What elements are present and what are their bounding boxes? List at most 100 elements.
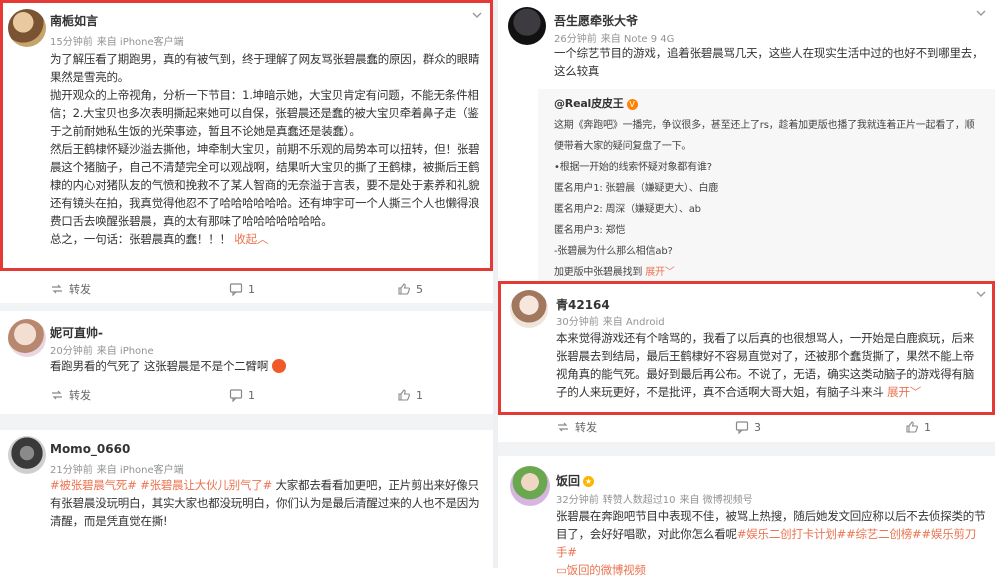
- video-link[interactable]: ▭饭回的微博视频: [556, 563, 646, 577]
- video-link-label[interactable]: 饭回的微博视频: [567, 563, 646, 577]
- comment-button[interactable]: 3: [735, 415, 761, 439]
- user-avatar[interactable]: [508, 7, 546, 45]
- repost-button[interactable]: 转发: [556, 415, 597, 439]
- post-source: 来自 iPhone: [96, 346, 154, 357]
- post-meta: 30分钟前 来自 Android: [556, 313, 665, 328]
- post-meta: 21分钟前 来自 iPhone客户端: [50, 461, 184, 476]
- post-body: 一个综艺节目的游戏，追着张碧晨骂几天，这些人在现实生活中过的也好不到哪里去，这么…: [554, 44, 984, 80]
- action-bar: 转发 3 1: [498, 415, 995, 439]
- post-body: 本来觉得游戏还有个啥骂的，我看了以后真的也很想骂人，一开始是白鹿疯玩，后来张碧晨…: [556, 329, 984, 401]
- repost-button[interactable]: 转发: [50, 277, 91, 301]
- comment-card: 南栀如言 15分钟前 来自 iPhone客户端 为了解压看了期跑男，真的有被气到，…: [0, 0, 493, 271]
- post-text: #被张碧晨气死# #张碧晨让大伙儿别气了# 大家都去看看加更吧，正片剪出来好像只…: [50, 476, 482, 530]
- collapse-link[interactable]: 收起︿: [234, 232, 268, 246]
- repost-icon: [558, 422, 568, 432]
- post-time[interactable]: 20分钟前: [50, 346, 93, 357]
- repost-icon: [52, 284, 62, 294]
- post-text: 张碧晨在奔跑吧节目中表现不佳，被骂上热搜，随后她发文回应称以后不去侦探类的节目了…: [556, 507, 986, 561]
- post-source: 来自 iPhone客户端: [96, 37, 184, 48]
- post-meta: 15分钟前 来自 iPhone客户端: [50, 33, 184, 48]
- verified-badge-icon: V: [626, 98, 638, 110]
- post-time[interactable]: 21分钟前: [50, 465, 93, 476]
- username[interactable]: 妮可直帅-: [50, 324, 103, 341]
- post-text: 本来觉得游戏还有个啥骂的，我看了以后真的也很想骂人，一开始是白鹿疯玩，后来张碧晨…: [556, 329, 984, 401]
- expand-label[interactable]: 展开: [887, 385, 910, 399]
- comment-button[interactable]: 1: [229, 277, 255, 301]
- repost-label: 转发: [575, 421, 597, 434]
- action-bar: 转发 1 5: [0, 277, 493, 301]
- quoted-post[interactable]: @Real皮皮王 V 这期《奔跑吧》一播完，争议很多，甚至还上了rs，趁着加更版也…: [538, 89, 995, 282]
- quoted-line: 这期《奔跑吧》一播完，争议很多，甚至还上了rs，趁着加更版也播了我就连着正片一起…: [554, 120, 975, 131]
- quoted-line: 匿名用户1: 张碧晨（嫌疑更大）、白鹿: [554, 183, 719, 194]
- chevron-down-icon[interactable]: [974, 6, 988, 20]
- video-link-row: ▭饭回的微博视频: [556, 561, 986, 579]
- comment-count: 1: [248, 388, 255, 402]
- username[interactable]: 饭回: [556, 474, 580, 488]
- post-source: 来自 iPhone客户端: [96, 465, 184, 476]
- like-button[interactable]: 1: [397, 383, 423, 407]
- post-body: 看跑男看的气死了 这张碧晨是不是个二臂啊: [50, 357, 482, 375]
- user-avatar[interactable]: [8, 319, 46, 357]
- expand-label[interactable]: 展开: [645, 267, 665, 278]
- post-time[interactable]: 32分钟前: [556, 495, 599, 506]
- post-paragraph: 然后王鹤棣怀疑沙溢去撕他，坤牵制大宝贝，前期不乐观的局势本可以扭转，但！张碧晨这…: [50, 142, 480, 228]
- post-meta: 26分钟前 来自 Note 9 4G: [554, 30, 674, 45]
- comment-icon: [735, 421, 749, 434]
- comment-card: 青42164 30分钟前 来自 Android 本来觉得游戏还有个啥骂的，我看了以…: [498, 281, 995, 415]
- post-paragraph-text: 总之，一句话：张碧晨真的蠢！！！: [50, 232, 231, 246]
- quoted-author: @Real皮皮王 V: [554, 93, 995, 115]
- expand-link[interactable]: 展开﹀: [887, 385, 921, 399]
- right-feed-column: 吾生愿牵张大爷 26分钟前 来自 Note 9 4G 一个综艺节目的游戏，追着张碧…: [498, 0, 995, 577]
- username[interactable]: 吾生愿牵张大爷: [554, 12, 638, 29]
- divider: [498, 442, 995, 456]
- hashtag-link[interactable]: #娱乐二创打卡计划#: [737, 527, 846, 541]
- quoted-line: 匿名用户2: 周深（嫌疑更大）、ab: [554, 204, 701, 215]
- video-icon: ▭: [556, 563, 567, 577]
- post-source: 来自 Android: [602, 317, 665, 328]
- comment-icon: [229, 283, 243, 296]
- post-meta: 20分钟前 来自 iPhone: [50, 342, 154, 357]
- like-button[interactable]: 5: [397, 277, 423, 301]
- post-time[interactable]: 30分钟前: [556, 317, 599, 328]
- action-bar: 转发 1 1: [0, 383, 493, 407]
- user-avatar[interactable]: [510, 466, 550, 506]
- username[interactable]: Momo_0660: [50, 442, 130, 456]
- divider: [0, 414, 493, 430]
- collapse-label[interactable]: 收起: [234, 232, 257, 246]
- comment-icon: [229, 389, 243, 402]
- comment-button[interactable]: 1: [229, 383, 255, 407]
- repost-label: 转发: [69, 283, 91, 296]
- expand-link[interactable]: 展开﹀: [645, 267, 675, 278]
- angry-emoji-icon: [271, 359, 286, 373]
- hashtag-link[interactable]: #张碧晨让大伙儿别气了#: [140, 478, 272, 492]
- username[interactable]: 南栀如言: [50, 12, 98, 29]
- like-count: 5: [416, 282, 423, 296]
- hashtag-link[interactable]: #被张碧晨气死#: [50, 478, 137, 492]
- chevron-down-icon[interactable]: ﹀: [665, 267, 675, 278]
- user-avatar[interactable]: [8, 436, 46, 474]
- left-feed-column: 南栀如言 15分钟前 来自 iPhone客户端 为了解压看了期跑男，真的有被气到，…: [0, 0, 493, 568]
- comment-count: 3: [754, 420, 761, 434]
- post-time[interactable]: 15分钟前: [50, 37, 93, 48]
- thumbs-up-icon: [398, 389, 410, 401]
- post-body: 为了解压看了期跑男，真的有被气到，终于理解了网友骂张碧晨蠢的原因，群众的眼睛果然…: [50, 50, 482, 248]
- quoted-username[interactable]: @Real皮皮王: [554, 97, 624, 110]
- post-paragraph: 为了解压看了期跑男，真的有被气到，终于理解了网友骂张碧晨蠢的原因，群众的眼睛果然…: [50, 52, 480, 84]
- chevron-down-icon[interactable]: [974, 287, 988, 301]
- thumbs-up-icon: [906, 421, 918, 433]
- chevron-up-icon[interactable]: ︿: [257, 232, 269, 246]
- post-paragraph: 总之，一句话：张碧晨真的蠢！！！ 收起︿: [50, 230, 482, 248]
- quoted-line-last: 加更版中张碧晨找到 展开﹀: [554, 262, 995, 283]
- quoted-line-text: 加更版中张碧晨找到: [554, 267, 643, 278]
- user-avatar[interactable]: [8, 9, 46, 47]
- username[interactable]: 青42164: [556, 296, 610, 313]
- post-text: 看跑男看的气死了 这张碧晨是不是个二臂啊: [50, 357, 482, 375]
- chevron-down-icon[interactable]: [470, 8, 484, 22]
- quoted-line: -张碧晨为什么那么相信ab?: [554, 246, 673, 257]
- hashtag-link[interactable]: #综艺二创榜#: [846, 527, 922, 541]
- post-text: 一个综艺节目的游戏，追着张碧晨骂几天，这些人在现实生活中过的也好不到哪里去，这么…: [554, 46, 984, 78]
- chevron-down-icon[interactable]: ﹀: [910, 385, 922, 399]
- repost-button[interactable]: 转发: [50, 383, 91, 407]
- like-button[interactable]: 1: [905, 415, 931, 439]
- user-avatar[interactable]: [510, 290, 548, 328]
